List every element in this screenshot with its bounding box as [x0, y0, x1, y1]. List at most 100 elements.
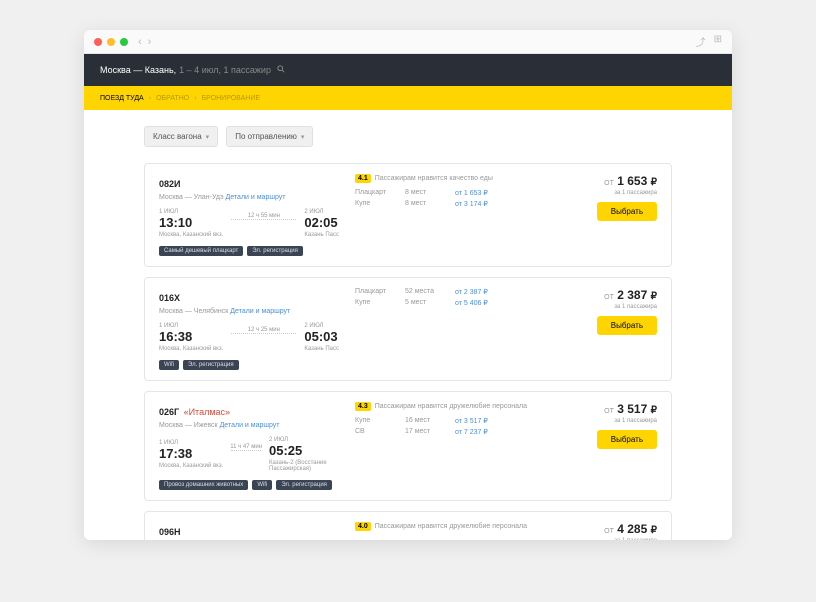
time-row: 1 ИЮЛ 16:38 Москва, Казанский вкз. 12 ч … [159, 323, 339, 352]
train-number: 016Х [159, 293, 180, 303]
per-passenger: за 1 пассажира [567, 304, 657, 310]
price-from: ОТ 1 653 ₽ [567, 174, 657, 188]
train-card: 016Х Москва — Челябинск Детали и маршрут… [144, 277, 672, 381]
breadcrumb: ПОЕЗД ТУДА › ОБРАТНО › БРОНИРОВАНИЕ [84, 86, 732, 110]
details-link[interactable]: Детали и маршрут [230, 308, 290, 315]
feature-tag: Эл. регистрация [247, 246, 303, 256]
train-card: 082И Москва — Улан-Удэ Детали и маршрут … [144, 163, 672, 267]
window-controls [94, 38, 128, 46]
train-name: «Италмас» [184, 407, 230, 417]
class-price: от 7 237 ₽ [455, 428, 488, 436]
arrival-block: 2 ИЮЛ 05:03 Казань Пасс [304, 323, 339, 352]
crumb-booking[interactable]: БРОНИРОВАНИЕ [202, 95, 260, 102]
duration-line: 12 ч 25 мин [231, 333, 296, 334]
price-column: ОТ 4 285 ₽ за 1 пассажира Выбрать [567, 522, 657, 540]
class-row[interactable]: Купе 5 мест от 5 406 ₽ [355, 299, 567, 307]
chevron-down-icon: ▾ [206, 133, 210, 141]
class-price: от 5 406 ₽ [455, 299, 488, 307]
feature-tag: Wifi [159, 360, 179, 370]
per-passenger: за 1 пассажира [567, 190, 657, 196]
per-passenger: за 1 пассажира [567, 538, 657, 540]
select-button[interactable]: Выбрать [597, 202, 657, 221]
train-number: 096Н [159, 527, 181, 537]
classes-column: 4.1 Пассажирам нравится качество еды Пла… [339, 174, 567, 211]
train-number: 026Г [159, 407, 179, 417]
browser-chrome: ‹ › ⤴ ⊞ [84, 30, 732, 54]
class-seats: 8 мест [405, 200, 455, 208]
forward-arrow-icon[interactable]: › [148, 36, 152, 48]
duration-line: 11 ч 47 мин [231, 450, 261, 451]
class-row[interactable]: Купе 8 мест от 3 174 ₽ [355, 200, 567, 208]
class-price: от 1 653 ₽ [455, 189, 488, 197]
rating-row: 4.3 Пассажирам нравится дружелюбие персо… [355, 402, 567, 411]
class-name: Купе [355, 299, 405, 307]
price-column: ОТ 2 387 ₽ за 1 пассажира Выбрать [567, 288, 657, 335]
filter-sort[interactable]: По отправлению ▾ [226, 126, 313, 147]
rating-badge: 4.1 [355, 174, 371, 183]
class-name: Купе [355, 417, 405, 425]
price-from: ОТ 3 517 ₽ [567, 402, 657, 416]
select-button[interactable]: Выбрать [597, 430, 657, 449]
route-line: Москва — Улан-Удэ Детали и маршрут [159, 194, 339, 201]
crumb-return[interactable]: ОБРАТНО [156, 95, 189, 102]
class-seats: 8 мест [405, 189, 455, 197]
class-price: от 3 174 ₽ [455, 200, 488, 208]
tags-row: Wifi Эл. регистрация [159, 360, 339, 370]
maximize-dot[interactable] [120, 38, 128, 46]
price-column: ОТ 3 517 ₽ за 1 пассажира Выбрать [567, 402, 657, 449]
train-info: 096Н [159, 522, 339, 540]
rating-badge: 4.3 [355, 402, 371, 411]
class-seats: 17 мест [405, 428, 455, 436]
route-line: Москва — Челябинск Детали и маршрут [159, 308, 339, 315]
minimize-dot[interactable] [107, 38, 115, 46]
class-row[interactable]: Купе 16 мест от 3 517 ₽ [355, 417, 567, 425]
tabs-icon[interactable]: ⊞ [714, 34, 722, 49]
results-content[interactable]: Класс вагона ▾ По отправлению ▾ 082И Мос… [84, 110, 732, 540]
filter-class[interactable]: Класс вагона ▾ [144, 126, 218, 147]
feature-tag: Провоз домашних животных [159, 480, 248, 490]
tags-row: Самый дешевый плацкарт Эл. регистрация [159, 246, 339, 256]
departure-block: 1 ИЮЛ 16:38 Москва, Казанский вкз. [159, 323, 223, 352]
class-seats: 16 мест [405, 417, 455, 425]
select-button[interactable]: Выбрать [597, 316, 657, 335]
classes-column: Плацкарт 52 места от 2 387 ₽ Купе 5 мест… [339, 288, 567, 310]
app-window: ‹ › ⤴ ⊞ Москва — Казань, 1 – 4 июл, 1 па… [84, 30, 732, 540]
departure-block: 1 ИЮЛ 17:38 Москва, Казанский вкз. [159, 440, 223, 469]
close-dot[interactable] [94, 38, 102, 46]
feature-tag: Эл. регистрация [276, 480, 332, 490]
class-price: от 2 387 ₽ [455, 288, 488, 296]
class-row[interactable]: СВ 17 мест от 7 237 ₽ [355, 428, 567, 436]
search-header: Москва — Казань, 1 – 4 июл, 1 пассажир [84, 54, 732, 86]
search-icon[interactable] [277, 65, 285, 75]
rating-text: Пассажирам нравится дружелюбие персонала [375, 403, 527, 410]
feature-tag: Самый дешевый плацкарт [159, 246, 243, 256]
class-name: Плацкарт [355, 189, 405, 197]
rating-row: 4.0 Пассажирам нравится дружелюбие персо… [355, 522, 567, 531]
filters-row: Класс вагона ▾ По отправлению ▾ [144, 126, 672, 147]
details-link[interactable]: Детали и маршрут [220, 422, 280, 429]
arrival-block: 2 ИЮЛ 02:05 Казань Пасс [304, 209, 339, 238]
class-row[interactable]: Плацкарт 52 места от 2 387 ₽ [355, 288, 567, 296]
time-row: 1 ИЮЛ 17:38 Москва, Казанский вкз. 11 ч … [159, 437, 339, 472]
time-row: 1 ИЮЛ 13:10 Москва, Казанский вкз. 12 ч … [159, 209, 339, 238]
rating-text: Пассажирам нравится дружелюбие персонала [375, 523, 527, 530]
class-name: Плацкарт [355, 288, 405, 296]
departure-block: 1 ИЮЛ 13:10 Москва, Казанский вкз. [159, 209, 223, 238]
train-card: 026Г «Италмас» Москва — Ижевск Детали и … [144, 391, 672, 501]
train-info: 026Г «Италмас» Москва — Ижевск Детали и … [159, 402, 339, 490]
feature-tag: Эл. регистрация [183, 360, 239, 370]
class-row[interactable]: Плацкарт 8 мест от 1 653 ₽ [355, 189, 567, 197]
rating-row: 4.1 Пассажирам нравится качество еды [355, 174, 567, 183]
rating-text: Пассажирам нравится качество еды [375, 175, 493, 182]
train-number: 082И [159, 179, 181, 189]
duration-line: 12 ч 55 мин [231, 219, 296, 220]
per-passenger: за 1 пассажира [567, 418, 657, 424]
back-arrow-icon[interactable]: ‹ [138, 36, 142, 48]
price-column: ОТ 1 653 ₽ за 1 пассажира Выбрать [567, 174, 657, 221]
train-info: 016Х Москва — Челябинск Детали и маршрут… [159, 288, 339, 370]
tags-row: Провоз домашних животныхWifiЭл. регистра… [159, 480, 339, 490]
details-link[interactable]: Детали и маршрут [226, 194, 286, 201]
share-icon[interactable]: ⤴ [696, 34, 706, 49]
nav-arrows: ‹ › [138, 36, 151, 48]
crumb-outbound[interactable]: ПОЕЗД ТУДА [100, 95, 144, 102]
